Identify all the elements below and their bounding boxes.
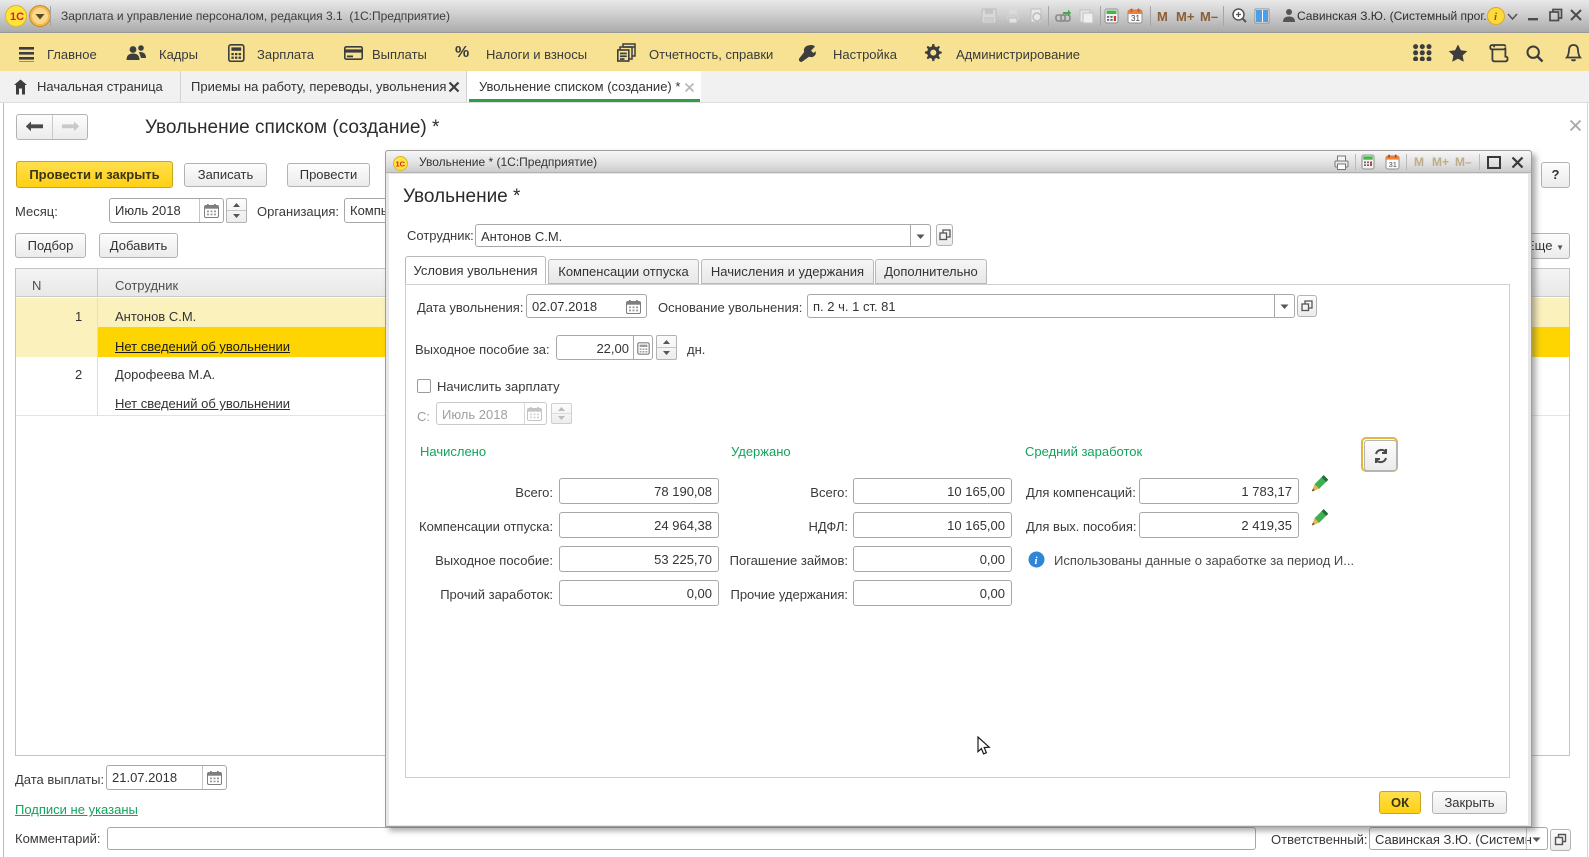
svg-text:1С: 1С [396,160,406,169]
svg-text:31: 31 [1389,160,1397,169]
svg-text:1С: 1С [10,11,24,23]
svg-text:31: 31 [1131,14,1140,23]
